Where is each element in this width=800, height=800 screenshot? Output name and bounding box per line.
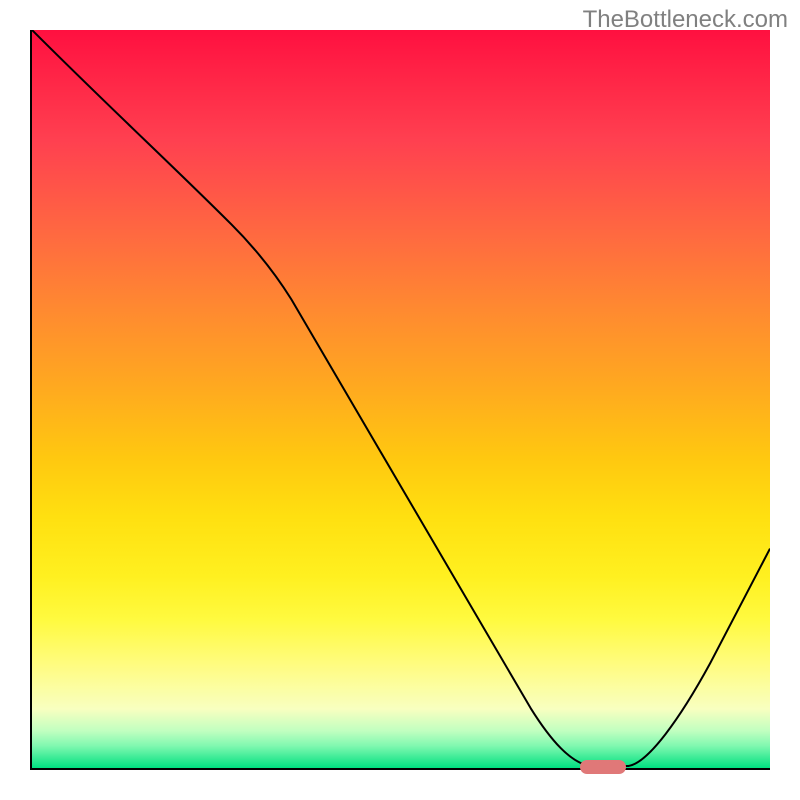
bottleneck-curve: [32, 30, 770, 768]
chart-plot-area: [30, 30, 770, 770]
optimal-marker: [580, 760, 626, 774]
watermark-text: TheBottleneck.com: [583, 6, 788, 34]
curve-path: [32, 30, 770, 766]
